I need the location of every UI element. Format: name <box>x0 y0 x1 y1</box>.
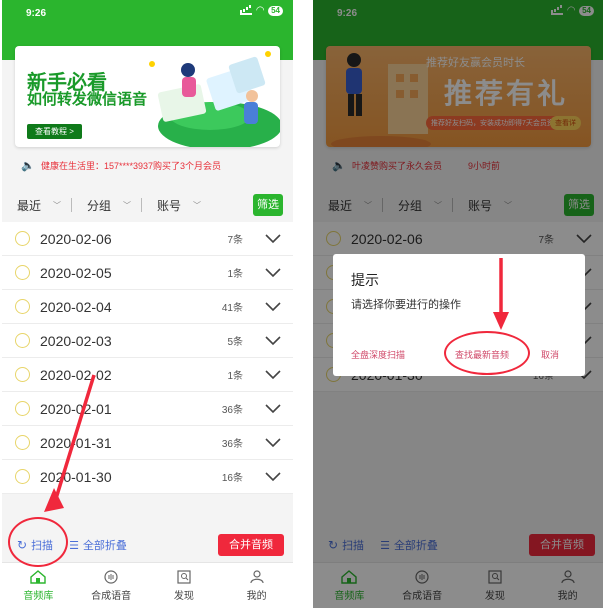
banner-subtitle: 如何转发微信语音 <box>27 91 148 108</box>
chevron-down-icon[interactable] <box>265 268 281 278</box>
date-label: 2020-01-30 <box>40 468 112 485</box>
date-label: 2020-02-01 <box>40 400 112 417</box>
tab-synthesize-voice[interactable]: 合成语音 <box>75 563 148 608</box>
promo-banner[interactable]: 新手必看 如何转发微信语音 查看教程 > <box>15 46 280 147</box>
divider <box>71 198 73 212</box>
list-item[interactable]: 2020-02-01 36条 <box>2 392 293 426</box>
filter-recent[interactable]: 最近 ﹀ <box>17 197 61 214</box>
filter-button[interactable]: 筛选 <box>253 194 283 216</box>
status-bar: 9:26 ◠ 54 <box>2 0 293 24</box>
phone-screen-right: 9:26 ◠ 54 推荐好友赢会员时长 推荐有礼 推荐好友扫码，安装成功即得7天… <box>313 0 603 608</box>
status-time: 9:26 <box>26 8 47 19</box>
item-count: 36条 <box>221 405 243 416</box>
item-count: 1条 <box>227 371 243 382</box>
item-count: 7条 <box>227 235 243 246</box>
chevron-down-icon[interactable] <box>265 234 281 244</box>
battery-icon: 54 <box>268 6 283 16</box>
list-item[interactable]: 2020-01-31 36条 <box>2 426 293 460</box>
list-item[interactable]: 2020-02-02 1条 <box>2 358 293 392</box>
highlight-circle <box>444 331 530 375</box>
cancel-button[interactable]: 取消 <box>541 348 559 361</box>
date-label: 2020-02-02 <box>40 366 112 383</box>
purchase-notice: 🔈 健康在生活里：157****3937购买了3个月会员 <box>15 155 280 175</box>
chevron-down-icon[interactable] <box>265 404 281 414</box>
merge-audio-button[interactable]: 合并音频 <box>218 534 284 556</box>
item-count: 36条 <box>221 439 243 450</box>
signal-icon <box>240 7 253 15</box>
dialog-message: 请选择你要进行的操作 <box>351 299 461 311</box>
home-icon <box>30 569 47 584</box>
select-radio[interactable] <box>15 367 30 382</box>
item-count: 41条 <box>221 303 243 314</box>
list-icon: ☰ <box>69 539 79 552</box>
date-label: 2020-02-04 <box>40 298 112 315</box>
user-icon <box>250 569 264 583</box>
filter-account[interactable]: 账号 ﹀ <box>157 197 201 214</box>
dialog-title: 提示 <box>351 272 379 288</box>
tab-bar: 音频库 合成语音 发现 我的 <box>2 562 293 608</box>
status-icons: ◠ 54 <box>240 6 283 16</box>
wifi-icon: ◠ <box>256 5 265 16</box>
item-count: 5条 <box>227 337 243 348</box>
list-item[interactable]: 2020-02-03 5条 <box>2 324 293 358</box>
chevron-down-icon[interactable] <box>265 472 281 482</box>
select-radio[interactable] <box>15 469 30 484</box>
list-item[interactable]: 2020-02-05 1条 <box>2 256 293 290</box>
select-radio[interactable] <box>15 299 30 314</box>
select-radio[interactable] <box>15 401 30 416</box>
full-deep-scan-button[interactable]: 全盘深度扫描 <box>351 348 405 361</box>
select-radio[interactable] <box>15 231 30 246</box>
list-item[interactable]: 2020-02-06 7条 <box>2 222 293 256</box>
view-tutorial-button[interactable]: 查看教程 > <box>27 124 82 139</box>
tab-audio-library[interactable]: 音频库 <box>2 563 75 608</box>
phone-screen-left: 9:26 ◠ 54 新手必看 如何转发微信语音 查看教程 > 🔈 健康在生活里：… <box>2 0 293 608</box>
select-radio[interactable] <box>15 435 30 450</box>
divider <box>141 198 143 212</box>
item-count: 1条 <box>227 269 243 280</box>
collapse-all-button[interactable]: ☰ 全部折叠 <box>69 537 127 553</box>
list-item[interactable]: 2020-02-04 41条 <box>2 290 293 324</box>
chevron-down-icon: ﹀ <box>193 200 202 210</box>
tab-mine[interactable]: 我的 <box>220 563 293 608</box>
date-label: 2020-02-06 <box>40 230 112 247</box>
banner-illustration <box>149 51 280 147</box>
discover-icon <box>177 569 191 584</box>
chevron-down-icon: ﹀ <box>123 200 132 210</box>
tab-discover[interactable]: 发现 <box>148 563 221 608</box>
date-label: 2020-02-03 <box>40 332 112 349</box>
item-count: 16条 <box>221 473 243 484</box>
date-label: 2020-02-05 <box>40 264 112 281</box>
date-list: 2020-02-06 7条 2020-02-05 1条 2020-02-04 41条 202… <box>2 222 293 494</box>
highlight-circle <box>8 517 68 567</box>
filter-group[interactable]: 分组 ﹀ <box>87 197 131 214</box>
filter-bar: 最近 ﹀ 分组 ﹀ 账号 ﹀ 筛选 <box>2 190 293 220</box>
chevron-down-icon[interactable] <box>265 370 281 380</box>
chevron-down-icon[interactable] <box>265 438 281 448</box>
speaker-icon: 🔈 <box>21 159 35 172</box>
list-item[interactable]: 2020-01-30 16条 <box>2 460 293 494</box>
chevron-down-icon[interactable] <box>265 336 281 346</box>
select-radio[interactable] <box>15 333 30 348</box>
notice-text: 健康在生活里：157****3937购买了3个月会员 <box>41 160 222 171</box>
voice-icon <box>104 569 118 584</box>
date-label: 2020-01-31 <box>40 434 112 451</box>
select-radio[interactable] <box>15 265 30 280</box>
chevron-down-icon[interactable] <box>265 302 281 312</box>
chevron-down-icon: ﹀ <box>53 200 62 210</box>
